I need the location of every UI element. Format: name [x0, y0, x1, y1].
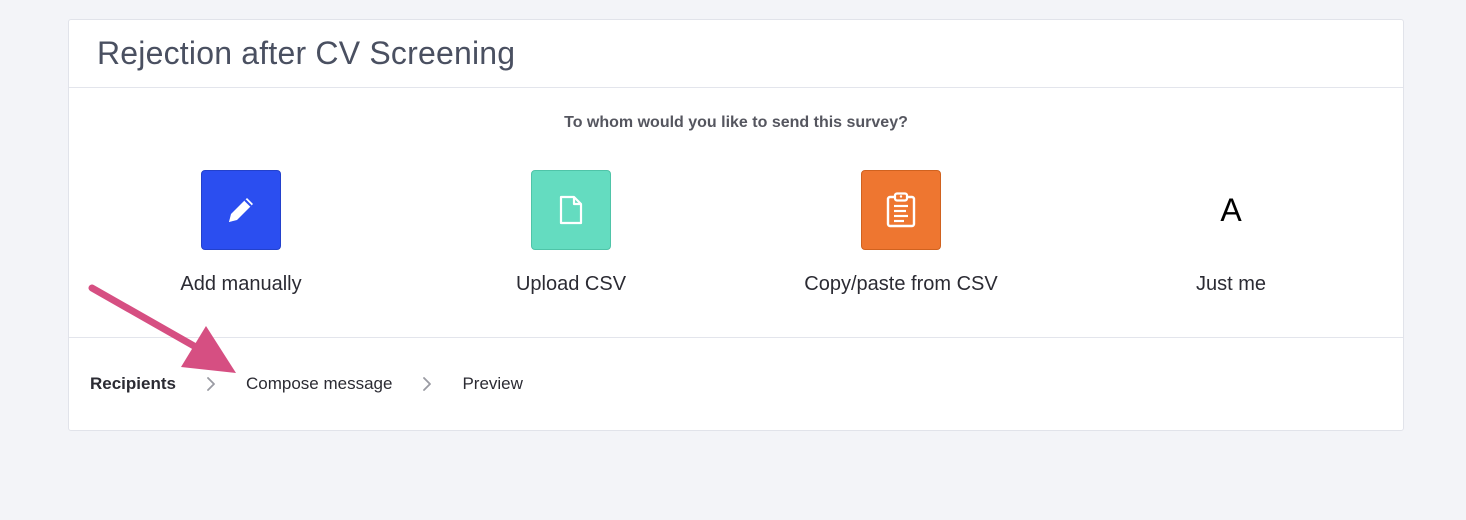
- file-icon: [559, 195, 583, 225]
- upload-csv-label: Upload CSV: [515, 273, 627, 295]
- step-compose-message[interactable]: Compose message: [246, 374, 392, 394]
- recipients-question: To whom would you like to send this surv…: [564, 114, 908, 131]
- breadcrumb: Recipients Compose message Preview: [69, 338, 1403, 430]
- page-title: Rejection after CV Screening: [97, 35, 516, 71]
- copy-paste-csv-tile[interactable]: [861, 170, 941, 250]
- add-manually-label: Add manually: [180, 273, 302, 295]
- recipient-options-panel: To whom would you like to send this surv…: [69, 88, 1403, 338]
- pencil-icon: [229, 198, 253, 222]
- copy-paste-csv-option[interactable]: Copy/paste from CSV: [771, 170, 1031, 296]
- upload-csv-option[interactable]: Upload CSV: [441, 170, 701, 296]
- copy-paste-csv-label: Copy/paste from CSV: [804, 273, 998, 295]
- step-preview[interactable]: Preview: [462, 374, 522, 394]
- just-me-option[interactable]: A Just me: [1101, 170, 1361, 296]
- just-me-label: Just me: [1195, 273, 1267, 295]
- chevron-right-icon: [392, 376, 462, 392]
- card-header: Rejection after CV Screening: [69, 20, 1403, 88]
- step-recipients[interactable]: Recipients: [90, 374, 176, 394]
- add-manually-option[interactable]: Add manually: [111, 170, 371, 296]
- avatar[interactable]: A: [1191, 170, 1271, 250]
- upload-csv-tile[interactable]: [531, 170, 611, 250]
- clipboard-icon: [886, 192, 916, 228]
- recipient-options: Add manually Upload CSV Copy/paste from …: [69, 170, 1403, 310]
- add-manually-tile[interactable]: [201, 170, 281, 250]
- send-survey-card: Rejection after CV Screening To whom wou…: [68, 19, 1404, 431]
- chevron-right-icon: [176, 376, 246, 392]
